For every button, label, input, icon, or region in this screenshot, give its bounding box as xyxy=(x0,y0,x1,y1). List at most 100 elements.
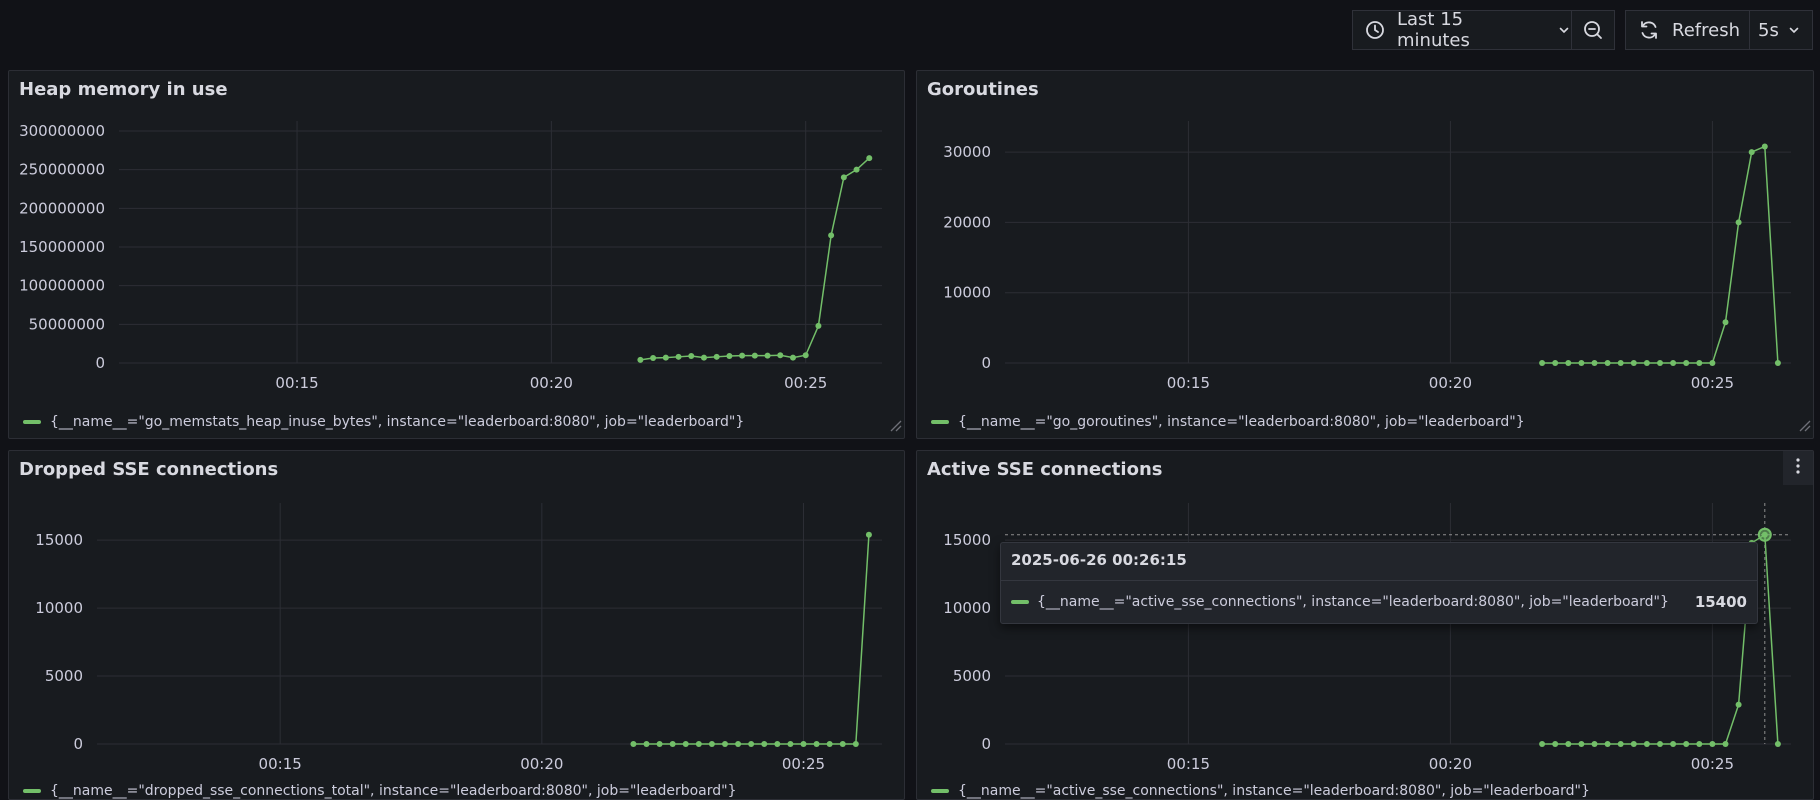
data-point xyxy=(1630,360,1637,366)
data-point xyxy=(1670,741,1677,747)
data-point xyxy=(739,352,746,359)
clock-icon xyxy=(1365,20,1385,40)
chart-tooltip: 2025-06-26 00:26:15 {__name__="active_ss… xyxy=(1000,542,1758,624)
data-point xyxy=(662,354,669,361)
y-tick-label: 300000000 xyxy=(19,122,105,140)
y-tick-label: 150000000 xyxy=(19,238,105,256)
y-tick-label: 15000 xyxy=(943,531,991,549)
x-tick-label: 00:25 xyxy=(782,755,825,773)
refresh-button[interactable]: Refresh xyxy=(1625,10,1750,50)
y-tick-label: 0 xyxy=(95,354,105,372)
x-tick-label: 00:15 xyxy=(1167,755,1210,773)
tooltip-row: {__name__="active_sse_connections", inst… xyxy=(1011,593,1747,611)
data-point xyxy=(751,352,758,359)
x-tick-label: 00:15 xyxy=(1167,374,1210,392)
data-point xyxy=(828,232,835,239)
data-point xyxy=(722,741,728,747)
legend-label: {__name__="dropped_sse_connections_total… xyxy=(50,783,737,799)
data-point xyxy=(787,741,794,747)
data-point xyxy=(1578,360,1585,366)
data-point xyxy=(643,741,650,747)
legend-item[interactable]: {__name__="active_sse_connections", inst… xyxy=(931,783,1590,799)
data-point xyxy=(708,741,715,747)
data-point xyxy=(1657,741,1663,747)
data-point xyxy=(839,741,846,747)
y-tick-label: 200000000 xyxy=(19,199,105,217)
panel-dropped-sse[interactable]: Dropped SSE connections 15000 10000 5000 0 0… xyxy=(8,450,905,800)
panel-goroutines[interactable]: Goroutines 30000 20000 10000 0 00:15 00:20 00:… xyxy=(916,70,1814,439)
data-point xyxy=(1552,741,1559,747)
data-point xyxy=(866,155,873,162)
x-tick-label: 00:25 xyxy=(784,374,827,392)
resize-handle-icon[interactable] xyxy=(888,417,902,436)
legend-item[interactable]: {__name__="dropped_sse_connections_total… xyxy=(23,783,737,799)
refresh-icon xyxy=(1638,19,1660,41)
data-point xyxy=(1683,741,1690,747)
panel-menu-button[interactable] xyxy=(1783,451,1813,485)
legend-label: {__name__="go_memstats_heap_inuse_bytes"… xyxy=(50,414,745,430)
tooltip-divider xyxy=(1001,580,1757,581)
x-tick-label: 00:15 xyxy=(275,374,318,392)
refresh-interval-picker[interactable]: 5s xyxy=(1749,10,1813,50)
data-point xyxy=(1604,360,1611,366)
legend-swatch xyxy=(931,789,949,793)
data-point xyxy=(682,741,689,747)
y-tick-label: 30000 xyxy=(943,143,991,161)
data-point xyxy=(802,352,809,359)
data-point xyxy=(675,353,682,360)
y-tick-label: 10000 xyxy=(35,599,83,617)
x-tick-label: 00:15 xyxy=(259,755,302,773)
data-point xyxy=(777,352,784,359)
legend-swatch xyxy=(23,789,41,793)
refresh-label: Refresh xyxy=(1672,19,1740,41)
y-tick-label: 100000000 xyxy=(19,277,105,295)
legend-label: {__name__="active_sse_connections", inst… xyxy=(958,783,1590,799)
time-range-picker[interactable]: Last 15 minutes xyxy=(1352,9,1572,51)
x-tick-label: 00:20 xyxy=(1429,374,1472,392)
zoom-out-button[interactable] xyxy=(1571,10,1615,50)
x-tick-label: 00:25 xyxy=(1691,755,1734,773)
data-point xyxy=(650,354,657,361)
goroutines-chart[interactable]: 30000 20000 10000 0 00:15 00:20 00:25 xyxy=(917,71,1815,440)
data-point xyxy=(813,741,820,747)
data-point xyxy=(1748,149,1755,156)
x-tick-label: 00:20 xyxy=(520,755,563,773)
data-point xyxy=(748,741,755,747)
legend-item[interactable]: {__name__="go_memstats_heap_inuse_bytes"… xyxy=(23,414,744,430)
data-point xyxy=(1709,360,1716,366)
data-point xyxy=(764,352,771,359)
data-point xyxy=(1657,360,1663,366)
data-point xyxy=(700,354,707,361)
data-point xyxy=(852,741,859,747)
y-tick-label: 10000 xyxy=(943,599,991,617)
panel-active-sse[interactable]: Active SSE connections 15000 10000 5000 0 00… xyxy=(916,450,1814,800)
dashboard-toolbar: Last 15 minutes Refresh 5s xyxy=(0,0,1820,70)
data-point xyxy=(630,741,637,747)
data-point xyxy=(840,174,847,181)
resize-handle-icon[interactable] xyxy=(1797,417,1811,436)
data-point xyxy=(815,322,822,329)
x-tick-label: 00:20 xyxy=(1429,755,1472,773)
y-tick-label: 5000 xyxy=(45,667,83,685)
data-point xyxy=(774,741,781,747)
data-point xyxy=(637,356,644,363)
panel-heap-memory[interactable]: Heap memory in use 300000000 250000000 200… xyxy=(8,70,905,439)
data-point xyxy=(1591,741,1598,747)
heap-memory-chart[interactable]: 300000000 250000000 200000000 150000000 1000… xyxy=(9,71,906,440)
y-tick-label: 5000 xyxy=(953,667,991,685)
data-point xyxy=(865,531,872,538)
data-point xyxy=(761,741,768,747)
data-point xyxy=(1722,319,1729,326)
active-sse-chart[interactable]: 15000 10000 5000 0 00:15 00:20 00:25 xyxy=(917,451,1815,800)
refresh-interval-label: 5s xyxy=(1758,19,1779,41)
y-tick-label: 0 xyxy=(981,735,991,753)
data-point xyxy=(1552,360,1559,366)
data-point xyxy=(1630,741,1637,747)
legend-item[interactable]: {__name__="go_goroutines", instance="lea… xyxy=(931,414,1525,430)
data-point xyxy=(826,741,833,747)
data-point xyxy=(1591,360,1598,366)
data-point xyxy=(1617,360,1624,366)
chevron-down-icon xyxy=(1787,23,1801,37)
data-point xyxy=(853,166,860,173)
dropped-sse-chart[interactable]: 15000 10000 5000 0 00:15 00:20 00:25 xyxy=(9,451,906,800)
